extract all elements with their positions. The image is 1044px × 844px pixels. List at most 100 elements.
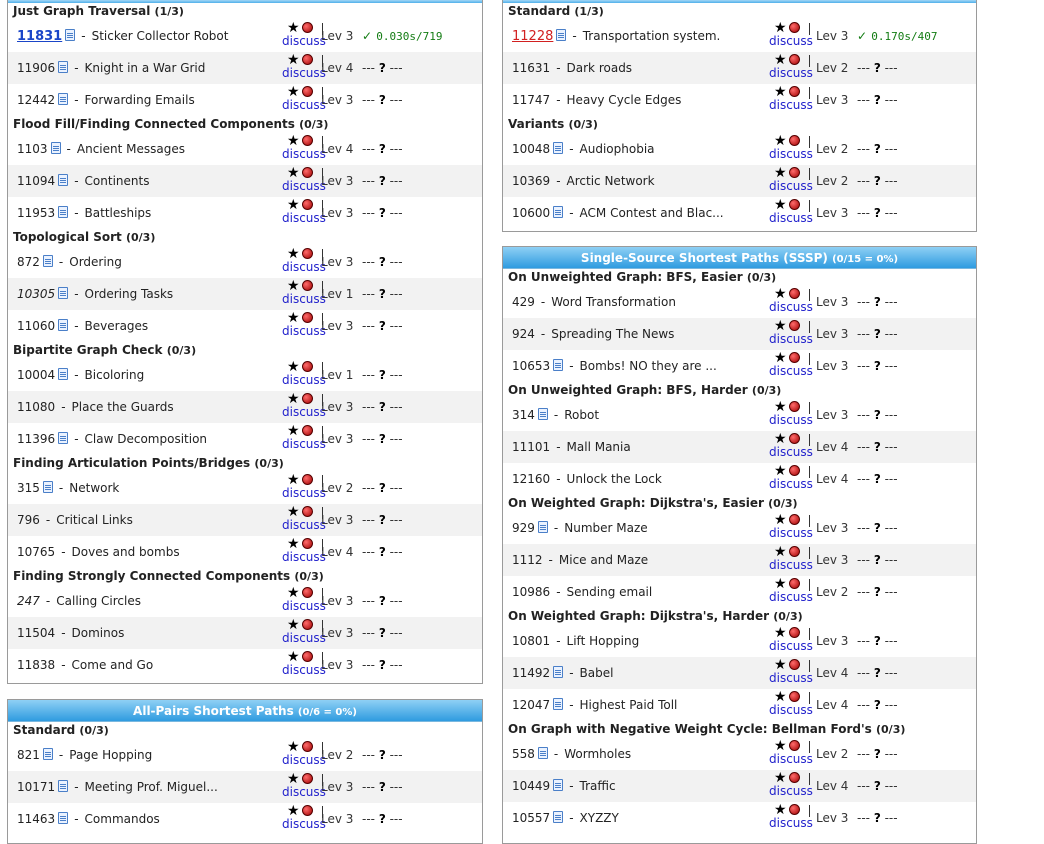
pdf-document-icon[interactable]	[537, 521, 548, 533]
bomb-icon[interactable]	[302, 361, 313, 372]
bomb-icon[interactable]	[302, 506, 313, 517]
pdf-document-icon[interactable]	[58, 319, 69, 331]
discuss-link[interactable]: discuss	[282, 664, 326, 677]
discuss-link[interactable]: discuss	[769, 212, 813, 225]
bomb-icon[interactable]	[302, 248, 313, 259]
discuss-link[interactable]: discuss	[282, 519, 326, 532]
pdf-document-icon[interactable]	[42, 748, 53, 760]
discuss-link[interactable]: discuss	[769, 817, 813, 830]
discuss-link[interactable]: discuss	[282, 374, 326, 387]
star-icon[interactable]: ★	[287, 537, 300, 551]
star-icon[interactable]: ★	[287, 804, 300, 818]
problem-id[interactable]: 11228	[512, 29, 553, 44]
discuss-link[interactable]: discuss	[282, 406, 326, 419]
discuss-link[interactable]: discuss	[282, 148, 326, 161]
discuss-link[interactable]: discuss	[769, 414, 813, 427]
star-icon[interactable]: ★	[287, 134, 300, 148]
discuss-link[interactable]: discuss	[769, 446, 813, 459]
bomb-icon[interactable]	[302, 651, 313, 662]
discuss-link[interactable]: discuss	[769, 591, 813, 604]
star-icon[interactable]: ★	[774, 53, 787, 67]
pdf-document-icon[interactable]	[553, 359, 564, 371]
bomb-icon[interactable]	[302, 538, 313, 549]
bomb-icon[interactable]	[789, 465, 800, 476]
pdf-document-icon[interactable]	[537, 408, 548, 420]
discuss-link[interactable]: discuss	[282, 786, 326, 799]
bomb-icon[interactable]	[789, 199, 800, 210]
discuss-link[interactable]: discuss	[282, 261, 326, 274]
bomb-icon[interactable]	[789, 167, 800, 178]
star-icon[interactable]: ★	[287, 618, 300, 632]
pdf-document-icon[interactable]	[42, 481, 53, 493]
bomb-icon[interactable]	[789, 401, 800, 412]
star-icon[interactable]: ★	[774, 577, 787, 591]
star-icon[interactable]: ★	[774, 739, 787, 753]
discuss-link[interactable]: discuss	[769, 672, 813, 685]
star-icon[interactable]: ★	[774, 432, 787, 446]
pdf-document-icon[interactable]	[58, 812, 69, 824]
pdf-document-icon[interactable]	[58, 93, 69, 105]
discuss-link[interactable]: discuss	[769, 753, 813, 766]
star-icon[interactable]: ★	[774, 690, 787, 704]
discuss-link[interactable]: discuss	[282, 35, 326, 48]
star-icon[interactable]: ★	[287, 392, 300, 406]
discuss-link[interactable]: discuss	[282, 180, 326, 193]
discuss-link[interactable]: discuss	[769, 67, 813, 80]
discuss-link[interactable]: discuss	[282, 67, 326, 80]
pdf-document-icon[interactable]	[553, 142, 564, 154]
bomb-icon[interactable]	[789, 514, 800, 525]
star-icon[interactable]: ★	[774, 351, 787, 365]
pdf-document-icon[interactable]	[65, 29, 76, 41]
bomb-icon[interactable]	[302, 135, 313, 146]
bomb-icon[interactable]	[302, 312, 313, 323]
bomb-icon[interactable]	[302, 167, 313, 178]
pdf-document-icon[interactable]	[50, 142, 61, 154]
bomb-icon[interactable]	[789, 546, 800, 557]
discuss-link[interactable]: discuss	[282, 600, 326, 613]
pdf-document-icon[interactable]	[553, 206, 564, 218]
bomb-icon[interactable]	[302, 199, 313, 210]
discuss-link[interactable]: discuss	[769, 180, 813, 193]
star-icon[interactable]: ★	[287, 505, 300, 519]
discuss-link[interactable]: discuss	[769, 35, 813, 48]
bomb-icon[interactable]	[302, 425, 313, 436]
pdf-document-icon[interactable]	[42, 255, 53, 267]
bomb-icon[interactable]	[789, 135, 800, 146]
star-icon[interactable]: ★	[287, 650, 300, 664]
discuss-link[interactable]: discuss	[282, 551, 326, 564]
pdf-document-icon[interactable]	[58, 368, 69, 380]
star-icon[interactable]: ★	[287, 740, 300, 754]
star-icon[interactable]: ★	[774, 513, 787, 527]
star-icon[interactable]: ★	[774, 287, 787, 301]
discuss-link[interactable]: discuss	[282, 632, 326, 645]
star-icon[interactable]: ★	[774, 85, 787, 99]
discuss-link[interactable]: discuss	[282, 487, 326, 500]
star-icon[interactable]: ★	[287, 311, 300, 325]
star-icon[interactable]: ★	[287, 360, 300, 374]
star-icon[interactable]: ★	[287, 198, 300, 212]
bomb-icon[interactable]	[789, 288, 800, 299]
pdf-document-icon[interactable]	[58, 287, 69, 299]
star-icon[interactable]: ★	[774, 21, 787, 35]
discuss-link[interactable]: discuss	[769, 148, 813, 161]
discuss-link[interactable]: discuss	[282, 99, 326, 112]
bomb-icon[interactable]	[789, 86, 800, 97]
pdf-document-icon[interactable]	[553, 811, 564, 823]
pdf-document-icon[interactable]	[58, 174, 69, 186]
star-icon[interactable]: ★	[774, 626, 787, 640]
discuss-link[interactable]: discuss	[769, 365, 813, 378]
star-icon[interactable]: ★	[774, 166, 787, 180]
bomb-icon[interactable]	[789, 578, 800, 589]
discuss-link[interactable]: discuss	[769, 301, 813, 314]
bomb-icon[interactable]	[789, 740, 800, 751]
bomb-icon[interactable]	[302, 773, 313, 784]
bomb-icon[interactable]	[789, 22, 800, 33]
star-icon[interactable]: ★	[287, 473, 300, 487]
bomb-icon[interactable]	[789, 627, 800, 638]
problem-id[interactable]: 11831	[17, 29, 62, 44]
pdf-document-icon[interactable]	[537, 747, 548, 759]
discuss-link[interactable]: discuss	[769, 527, 813, 540]
pdf-document-icon[interactable]	[553, 698, 564, 710]
discuss-link[interactable]: discuss	[282, 818, 326, 831]
bomb-icon[interactable]	[302, 741, 313, 752]
